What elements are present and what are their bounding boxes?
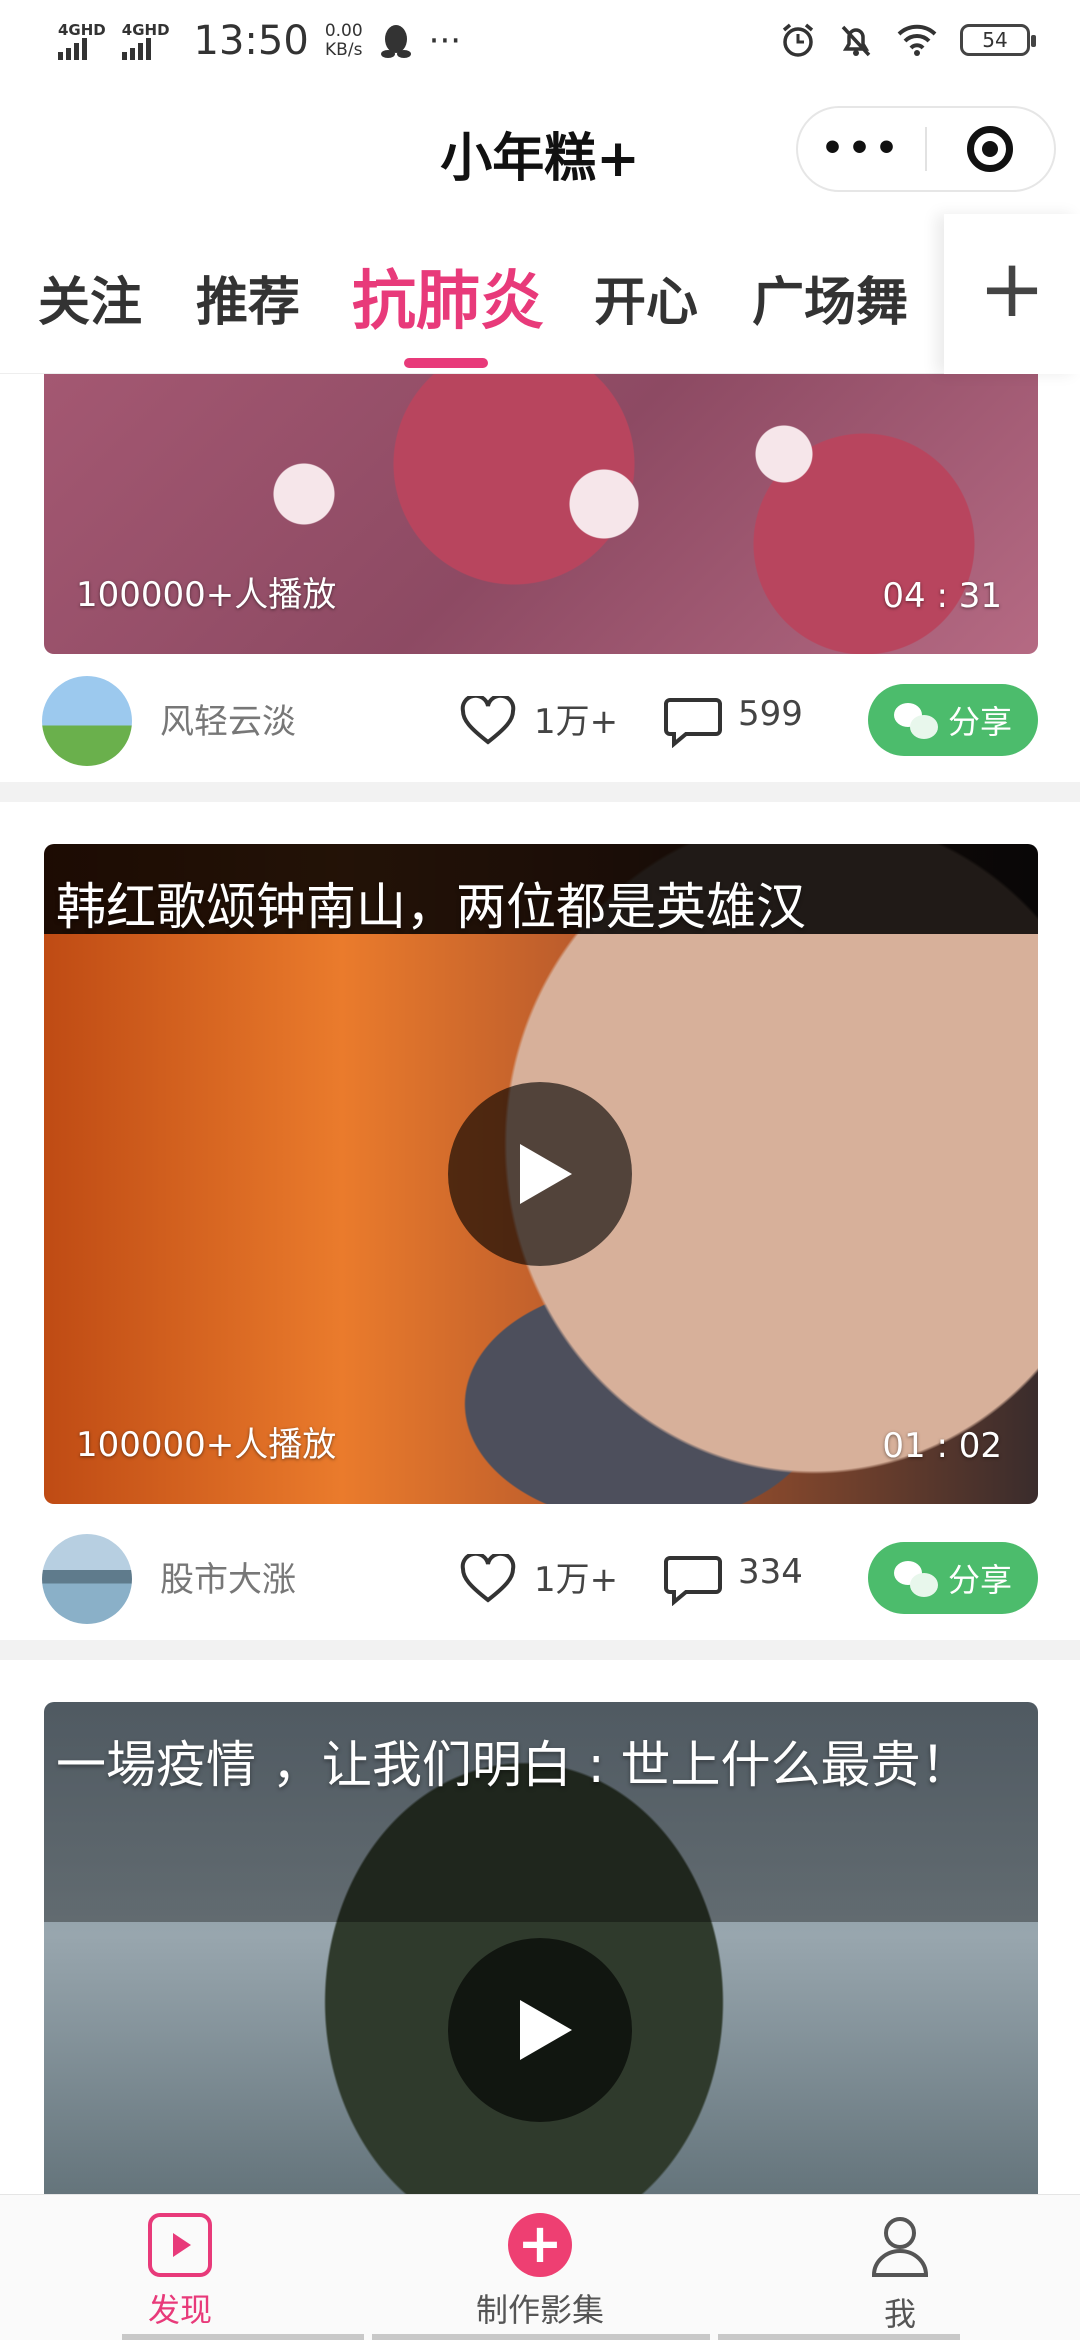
video-feed[interactable]: 100000+人播放 04 : 31 风轻云淡 1万+ 599 分享 韩红歌颂钟… [0,374,1080,2194]
network-speed: 0.00 KB/s [325,22,363,60]
video-thumbnail[interactable]: 100000+人播放 04 : 31 [44,374,1038,654]
person-icon [871,2217,929,2277]
status-bar: 4GHD 4GHD 13:50 0.00 KB/s ··· 54 [0,0,1080,86]
comment-count: 334 [738,1552,803,1592]
share-button[interactable]: 分享 [868,684,1038,756]
nav-create-album[interactable]: + 制作影集 [440,2213,640,2331]
item-divider [0,1640,1080,1660]
battery-indicator: 54 [960,24,1036,56]
category-tabs: 关注 推荐 抗肺炎 开心 广场舞 + [0,214,1080,374]
video-caption: 韩红歌颂钟南山，两位都是英雄汉 [56,878,806,936]
tab-square-dance[interactable]: 广场舞 [752,260,908,335]
wechat-icon [893,1559,938,1597]
comment-icon[interactable] [664,696,722,748]
signal-bars-icon [121,38,151,60]
video-caption: 一場疫情 ，让我们明白 : 世上什么最贵！ [56,1736,971,1794]
heart-icon[interactable] [460,1554,516,1604]
share-label: 分享 [947,703,1012,741]
nav-label: 我 [883,2295,916,2333]
share-button[interactable]: 分享 [868,1542,1038,1614]
video-duration: 01 : 02 [882,1426,1002,1466]
tab-recommend[interactable]: 推荐 [196,260,300,335]
nav-discover[interactable]: 发现 [80,2213,280,2331]
share-label: 分享 [947,1561,1012,1599]
nav-me[interactable]: 我 [800,2213,1000,2335]
wifi-icon [897,24,937,56]
clock: 13:50 [193,18,309,64]
speed-unit: KB/s [325,40,363,60]
video-thumbnail[interactable]: 韩红歌颂钟南山，两位都是英雄汉 100000+人播放 01 : 02 [44,844,1038,1504]
like-count: 1万+ [534,1560,619,1600]
gesture-bar [372,2334,710,2340]
video-duration: 04 : 31 [882,576,1002,616]
speed-value: 0.00 [324,21,363,41]
video-meta-row: 股市大涨 1万+ 334 分享 [0,1512,1080,1632]
avatar[interactable] [42,676,132,766]
play-count: 100000+人播放 [76,1425,337,1465]
signal-indicator-1: 4GHD [58,22,106,60]
comment-icon[interactable] [664,1554,722,1606]
app-header: 小年糕+ ••• [0,86,1080,214]
play-square-icon [148,2213,212,2277]
signal-bars-icon [58,38,87,60]
video-thumbnail[interactable]: 一場疫情 ，让我们明白 : 世上什么最贵！ [44,1702,1038,2194]
play-button[interactable] [448,1082,632,1266]
gesture-bar [718,2334,960,2340]
play-count: 100000+人播放 [76,575,337,615]
network-type-label: 4GHD [58,21,106,39]
bottom-navigation: 发现 + 制作影集 我 [0,2194,1080,2340]
more-notifications-icon: ··· [428,21,462,61]
alarm-icon [782,23,814,57]
avatar[interactable] [42,1534,132,1624]
play-button[interactable] [448,1938,632,2122]
wechat-icon [893,701,938,739]
mute-bell-icon [841,25,871,57]
tab-anti-pneumonia[interactable]: 抗肺炎 [352,250,544,342]
play-icon [520,1144,572,1204]
mini-program-capsule: ••• [796,106,1056,192]
plus-circle-icon: + [508,2213,572,2277]
add-category-button[interactable]: + [944,214,1080,374]
target-icon [967,126,1014,172]
comment-count: 599 [738,694,803,734]
video-meta-row: 风轻云淡 1万+ 599 分享 [0,654,1080,774]
play-icon [520,2000,572,2060]
signal-indicator-2: 4GHD [121,21,170,60]
like-count: 1万+ [534,702,619,742]
gesture-bar [122,2334,364,2340]
tab-follow[interactable]: 关注 [38,260,142,335]
more-options-button[interactable]: ••• [798,129,925,169]
active-tab-indicator [404,358,488,368]
nav-label: 制作影集 [475,2291,604,2329]
author-name[interactable]: 风轻云淡 [160,694,296,743]
item-divider [0,782,1080,802]
nav-label: 发现 [147,2291,212,2329]
author-name[interactable]: 股市大涨 [160,1552,296,1601]
close-mini-program-button[interactable] [927,126,1054,172]
tab-happy[interactable]: 开心 [594,260,698,335]
qq-penguin-icon [380,25,411,58]
heart-icon[interactable] [460,696,516,746]
network-type-label: 4GHD [121,21,170,39]
